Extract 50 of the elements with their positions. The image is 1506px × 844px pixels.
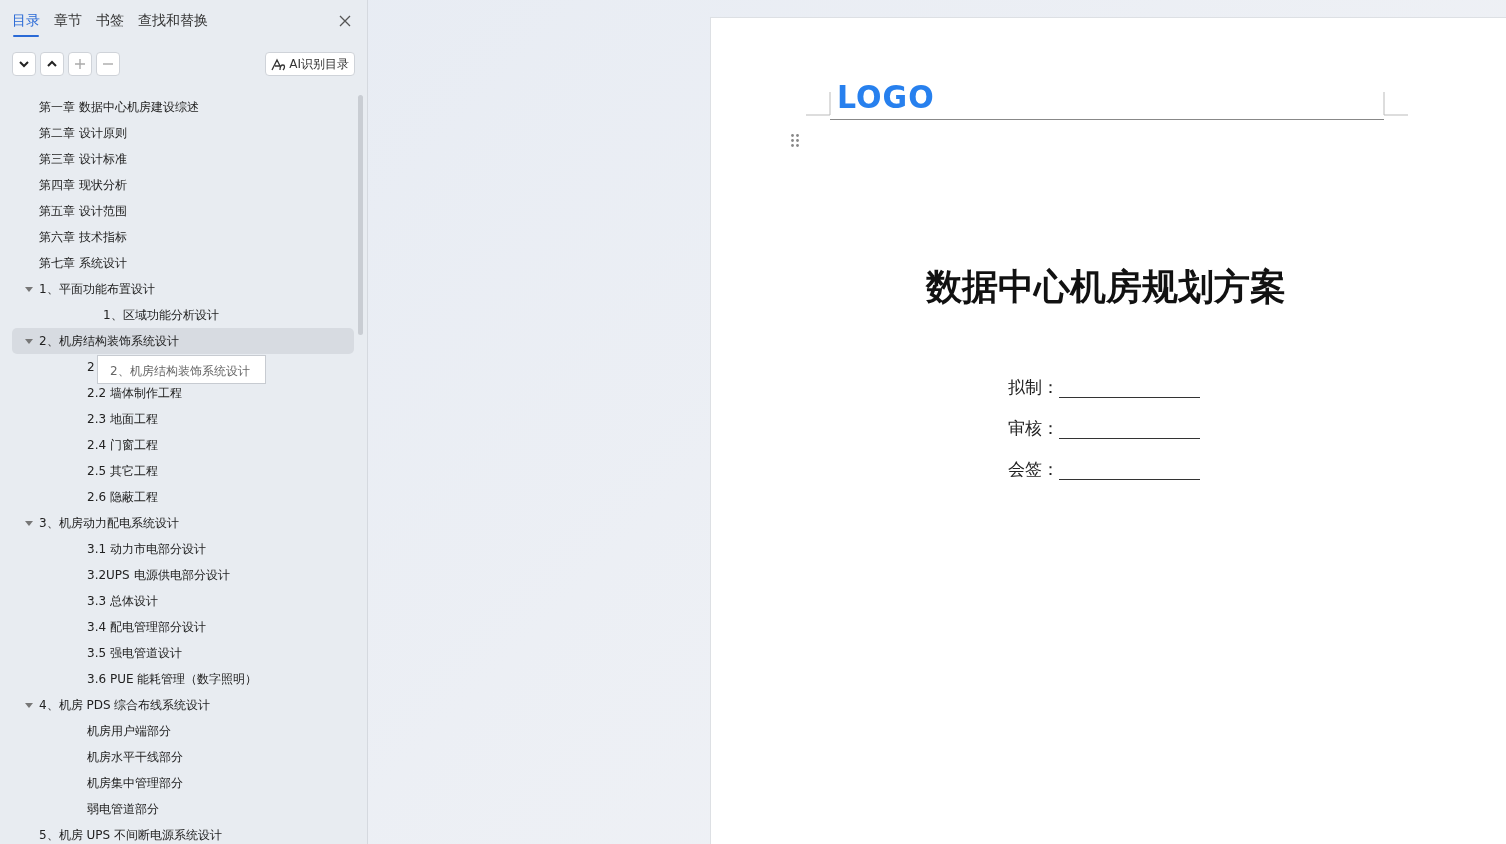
signature-label: 会签： (1008, 458, 1059, 480)
ai-toc-button[interactable]: AI识别目录 (265, 52, 355, 76)
toc-item[interactable]: 机房水平干线部分 (87, 748, 183, 766)
toc-item[interactable]: 2 (87, 358, 95, 376)
toc-item[interactable]: 2.3 地面工程 (87, 410, 158, 428)
tab[interactable]: 书签 (96, 10, 124, 37)
signature-label: 审核： (1008, 417, 1059, 439)
drag-handle-icon[interactable] (791, 131, 799, 144)
toc-item[interactable]: 1、平面功能布置设计 (39, 280, 155, 298)
ai-icon (271, 57, 287, 71)
toc-item[interactable]: 5、机房 UPS 不间断电源系统设计 (39, 826, 222, 844)
document-title: 数据中心机房规划方案 (924, 265, 1287, 309)
toc-item[interactable]: 第五章 设计范围 (39, 202, 127, 220)
expand-all-button[interactable] (12, 52, 36, 76)
toc-item[interactable]: 2.2 墙体制作工程 (87, 384, 182, 402)
toc-item[interactable]: 机房用户端部分 (87, 722, 171, 740)
toc-item[interactable]: 3.6 PUE 能耗管理（数字照明） (87, 670, 258, 688)
toc-item[interactable]: 第七章 系统设计 (39, 254, 127, 272)
toc-item[interactable]: 弱电管道部分 (87, 800, 159, 818)
scrollbar-thumb[interactable] (358, 95, 363, 335)
plus-icon (73, 57, 87, 71)
expand-arrow-icon[interactable] (25, 519, 33, 527)
toc-item[interactable]: 2.5 其它工程 (87, 462, 158, 480)
toc-item[interactable]: 第四章 现状分析 (39, 176, 127, 194)
logo: LOGO (837, 82, 935, 114)
toc-item[interactable]: 2.6 隐蔽工程 (87, 488, 158, 506)
signature-label: 拟制： (1008, 376, 1059, 398)
tab[interactable]: 查找和替换 (138, 10, 208, 37)
toc-item[interactable]: 4、机房 PDS 综合布线系统设计 (39, 696, 211, 714)
expand-arrow-icon[interactable] (25, 337, 33, 345)
toc-item[interactable]: 3、机房动力配电系统设计 (39, 514, 179, 532)
toc-item[interactable]: 第三章 设计标准 (39, 150, 127, 168)
tooltip: 2、机房结构装饰系统设计 (97, 355, 266, 384)
toc-item[interactable]: 第一章 数据中心机房建设综述 (39, 98, 199, 116)
toc-item[interactable]: 2、机房结构装饰系统设计 (39, 332, 179, 350)
toc-item[interactable]: 3.3 总体设计 (87, 592, 158, 610)
tab[interactable]: 章节 (54, 10, 82, 37)
toc-item[interactable]: 2.4 门窗工程 (87, 436, 158, 454)
toc-item[interactable]: 1、区域功能分析设计 (103, 306, 219, 324)
toc-item[interactable]: 3.5 强电管道设计 (87, 644, 182, 662)
toc-item[interactable]: 3.2UPS 电源供电部分设计 (87, 566, 230, 584)
toc-item[interactable]: 第六章 技术指标 (39, 228, 127, 246)
toc-item[interactable]: 第二章 设计原则 (39, 124, 127, 142)
collapse-all-button[interactable] (40, 52, 64, 76)
toc-item[interactable]: 3.1 动力市电部分设计 (87, 540, 206, 558)
expand-arrow-icon[interactable] (25, 701, 33, 709)
toc-item[interactable]: 3.4 配电管理部分设计 (87, 618, 206, 636)
tab[interactable]: 目录 (12, 10, 40, 37)
toc-item[interactable]: 机房集中管理部分 (87, 774, 183, 792)
expand-arrow-icon[interactable] (25, 285, 33, 293)
